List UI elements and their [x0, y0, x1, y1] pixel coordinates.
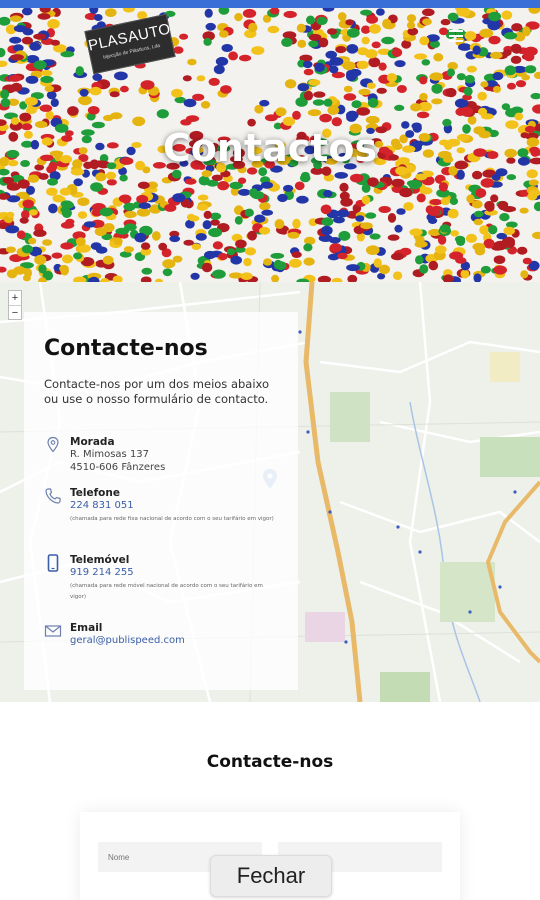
phone-number-link[interactable]: 224 831 051: [70, 499, 280, 512]
address-line-2: 4510-606 Fânzeres: [70, 462, 166, 473]
location-pin-icon: [47, 436, 59, 453]
map-zoom-controls: + −: [8, 290, 22, 320]
mobile-label: Telemóvel: [70, 554, 130, 566]
envelope-icon: [44, 625, 62, 637]
zoom-out-button[interactable]: −: [9, 305, 21, 319]
form-section-title: Contacte-nos: [206, 752, 334, 772]
email-link[interactable]: geral@publispeed.com: [70, 634, 280, 647]
email-label: Email: [70, 622, 103, 634]
address-line-1: R. Mimosas 137: [70, 449, 150, 460]
contact-info-card: Contacte-nos Contacte-nos por um dos mei…: [24, 312, 298, 690]
phone-note: (chamada para rede fixa nacional de acor…: [70, 516, 274, 522]
card-title: Contacte-nos: [44, 336, 208, 361]
mobile-number-link[interactable]: 919 214 255: [70, 566, 280, 579]
zoom-in-button[interactable]: +: [9, 291, 21, 305]
phone-label: Telefone: [70, 487, 120, 499]
hero-banner: PLASAUTO Injecção de Plásticos, Lda Cont…: [0, 8, 540, 282]
phone-icon: [45, 488, 61, 504]
hamburger-menu-icon[interactable]: [449, 30, 463, 42]
card-intro: Contacte-nos por um dos meios abaixo ou …: [44, 377, 270, 406]
close-button[interactable]: Fechar: [210, 855, 332, 897]
address-label: Morada: [70, 436, 115, 448]
page-title: Contactos: [162, 126, 378, 170]
top-status-strip: [0, 0, 540, 8]
mobile-note: (chamada para rede móvel nacional de aco…: [70, 583, 263, 600]
mobile-phone-icon: [47, 554, 59, 572]
